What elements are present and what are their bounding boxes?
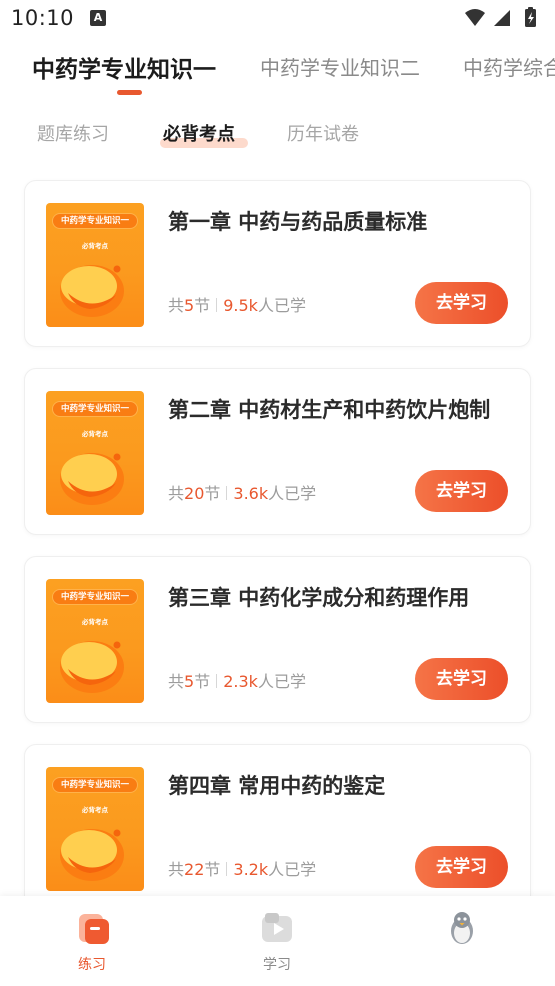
signal-icon xyxy=(494,10,510,26)
go-study-button[interactable]: 去学习 xyxy=(415,470,508,512)
penguin-avatar-icon xyxy=(451,912,473,944)
section-count: 20 xyxy=(184,484,205,503)
book-cover-graphic-icon xyxy=(60,829,124,881)
learner-count: 2.3k xyxy=(223,672,258,691)
chapter-title: 第四章 常用中药的鉴定 xyxy=(168,774,386,798)
chapter-meta: 共20节 3.6k人已学 xyxy=(168,484,317,503)
book-cover-graphic-icon xyxy=(60,641,124,693)
practice-icon xyxy=(79,914,109,944)
cover-title: 中药学专业知识一 xyxy=(60,404,129,414)
battery-icon xyxy=(525,7,536,27)
learner-count: 9.5k xyxy=(223,296,258,315)
go-study-button[interactable]: 去学习 xyxy=(415,658,508,700)
chapter-card[interactable]: 中药学专业知识一 必背考点 第三章 中药化学成分和药理作用 共5节 2.3k人已学… xyxy=(24,556,531,723)
tab-question-bank[interactable]: 题库练习 xyxy=(37,120,109,146)
chapter-cover: 中药学专业知识一 必背考点 xyxy=(46,579,144,703)
nav-profile[interactable] xyxy=(422,910,502,976)
bottom-nav: 练习 学习 xyxy=(0,896,555,986)
meta-divider xyxy=(226,862,228,876)
video-play-icon xyxy=(262,913,292,942)
category-tabs: 题库练习 必背考点 历年试卷 xyxy=(0,114,555,154)
meta-divider xyxy=(226,486,228,500)
nav-study[interactable]: 学习 xyxy=(237,910,317,976)
chapter-card[interactable]: 中药学专业知识一 必背考点 第四章 常用中药的鉴定 共22节 3.2k人已学 去学… xyxy=(24,744,531,911)
go-study-button[interactable]: 去学习 xyxy=(415,282,508,324)
chapter-title: 第一章 中药与药品质量标准 xyxy=(168,210,428,234)
learner-count: 3.2k xyxy=(233,860,269,879)
learner-count: 3.6k xyxy=(233,484,269,503)
active-tab-indicator xyxy=(117,90,142,95)
book-cover-graphic-icon xyxy=(60,265,124,317)
section-count: 5 xyxy=(184,672,195,691)
tab-key-points[interactable]: 必背考点 xyxy=(163,120,235,146)
tab-past-papers[interactable]: 历年试卷 xyxy=(287,120,359,146)
book-cover-graphic-icon xyxy=(60,453,124,505)
cover-title: 中药学专业知识一 xyxy=(60,592,129,602)
chapter-title: 第二章 中药材生产和中药饮片炮制 xyxy=(168,398,491,422)
meta-divider xyxy=(216,674,218,688)
cover-title: 中药学专业知识一 xyxy=(60,780,129,790)
cover-title: 中药学专业知识一 xyxy=(60,216,129,226)
nav-practice-label: 练习 xyxy=(78,957,106,973)
status-indicators xyxy=(465,7,536,27)
meta-divider xyxy=(216,298,218,312)
cover-subtitle: 必背考点 xyxy=(82,806,108,814)
section-count: 22 xyxy=(184,860,205,879)
nav-study-label: 学习 xyxy=(263,957,291,973)
tab-subject-2[interactable]: 中药学专业知识二 xyxy=(260,52,420,81)
chapter-card[interactable]: 中药学专业知识一 必背考点 第一章 中药与药品质量标准 共5节 9.5k人已学 去… xyxy=(24,180,531,347)
chapter-cover: 中药学专业知识一 必背考点 xyxy=(46,391,144,515)
chapter-meta: 共5节 9.5k人已学 xyxy=(168,296,306,315)
wifi-icon xyxy=(465,9,485,26)
tab-subject-3[interactable]: 中药学综合 xyxy=(463,52,555,81)
go-study-button[interactable]: 去学习 xyxy=(415,846,508,888)
tab-subject-1[interactable]: 中药学专业知识一 xyxy=(32,50,216,84)
cover-subtitle: 必背考点 xyxy=(82,242,108,250)
chapter-cover: 中药学专业知识一 必背考点 xyxy=(46,203,144,327)
status-time: 10:10 xyxy=(11,6,75,30)
section-count: 5 xyxy=(184,296,195,315)
nav-practice[interactable]: 练习 xyxy=(52,910,132,976)
notification-a-icon: A xyxy=(90,10,106,26)
subject-tabs: 中药学专业知识一 中药学专业知识二 中药学综合 xyxy=(0,46,555,102)
cover-subtitle: 必背考点 xyxy=(82,430,108,438)
chapter-title: 第三章 中药化学成分和药理作用 xyxy=(168,586,470,610)
status-bar: 10:10 A xyxy=(0,0,555,38)
chapter-cover: 中药学专业知识一 必背考点 xyxy=(46,767,144,891)
cover-subtitle: 必背考点 xyxy=(82,618,108,626)
chapter-card[interactable]: 中药学专业知识一 必背考点 第二章 中药材生产和中药饮片炮制 共20节 3.6k人… xyxy=(24,368,531,535)
chapter-meta: 共5节 2.3k人已学 xyxy=(168,672,306,691)
chapter-meta: 共22节 3.2k人已学 xyxy=(168,860,317,879)
